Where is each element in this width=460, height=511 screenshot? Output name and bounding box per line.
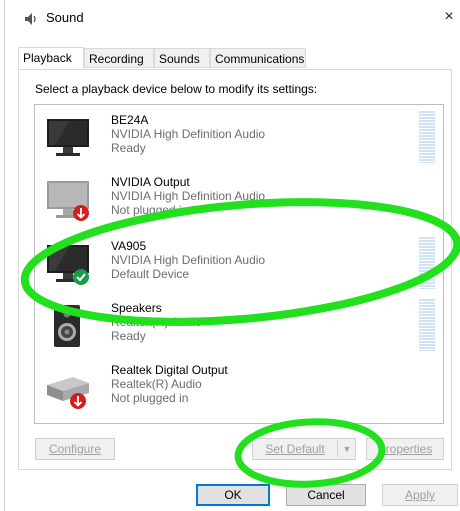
split-divider: [337, 441, 338, 457]
device-status: Ready: [111, 141, 146, 155]
device-status: Not plugged in: [111, 391, 189, 405]
monitor-default-icon: [43, 239, 93, 289]
set-default-label: Set Default: [265, 442, 325, 456]
device-item-be24a[interactable]: BE24A NVIDIA High Definition Audio Ready: [35, 105, 443, 165]
speaker-icon: [43, 301, 93, 351]
window-left-edge: [0, 0, 6, 511]
device-driver: NVIDIA High Definition Audio: [111, 127, 266, 141]
apply-label: Apply: [404, 488, 436, 502]
window-title: Sound: [46, 10, 84, 25]
instruction-text: Select a playback device below to modify…: [35, 82, 318, 96]
tab-playback[interactable]: Playback: [18, 47, 84, 69]
device-item-va905[interactable]: VA905 NVIDIA High Definition Audio Defau…: [35, 231, 443, 291]
device-driver: NVIDIA High Definition Audio: [111, 253, 266, 267]
volume-meter: [419, 299, 435, 351]
configure-button[interactable]: Configure: [35, 438, 115, 460]
speaker-app-icon: [24, 12, 38, 26]
device-status: Default Device: [111, 267, 190, 281]
tab-sounds[interactable]: Sounds: [154, 48, 210, 68]
set-default-split-button[interactable]: Set Default ▼: [252, 438, 356, 460]
device-status: Not plugged in: [111, 203, 189, 217]
volume-meter: [419, 111, 435, 163]
device-driver: Realtek(R) Audio: [111, 377, 202, 391]
ok-button[interactable]: OK: [196, 484, 270, 506]
device-name: BE24A: [111, 113, 149, 127]
volume-meter: [419, 237, 435, 289]
device-text: Speakers Realtek(R) Audio Ready: [111, 301, 202, 343]
device-name: VA905: [111, 239, 147, 253]
tab-communications[interactable]: Communications: [210, 48, 306, 68]
close-button[interactable]: ×: [440, 8, 458, 28]
device-item-realtek-digital-output[interactable]: Realtek Digital Output Realtek(R) Audio …: [35, 355, 443, 415]
apply-button[interactable]: Apply: [382, 484, 458, 506]
device-driver: Realtek(R) Audio: [111, 315, 202, 329]
device-driver: NVIDIA High Definition Audio: [111, 189, 266, 203]
monitor-unplugged-icon: [43, 175, 93, 225]
device-name: NVIDIA Output: [111, 175, 190, 189]
device-text: BE24A NVIDIA High Definition Audio Ready: [111, 113, 265, 155]
properties-label: Properties: [377, 442, 433, 456]
device-item-speakers[interactable]: Speakers Realtek(R) Audio Ready: [35, 293, 443, 353]
configure-label: Configure: [48, 442, 102, 456]
title-bar: Sound ×: [18, 8, 460, 32]
device-text: NVIDIA Output NVIDIA High Definition Aud…: [111, 175, 265, 217]
device-list[interactable]: BE24A NVIDIA High Definition Audio Ready…: [34, 104, 444, 424]
device-status: Ready: [111, 329, 146, 343]
device-text: VA905 NVIDIA High Definition Audio Defau…: [111, 239, 265, 281]
cancel-button[interactable]: Cancel: [286, 484, 366, 506]
tab-recording[interactable]: Recording: [84, 48, 154, 68]
device-name: Realtek Digital Output: [111, 363, 228, 377]
device-name: Speakers: [111, 301, 162, 315]
device-text: Realtek Digital Output Realtek(R) Audio …: [111, 363, 228, 405]
chevron-down-icon[interactable]: ▼: [339, 439, 355, 459]
properties-button[interactable]: Properties: [366, 438, 444, 460]
digital-output-icon: [43, 363, 93, 413]
device-item-nvidia-output[interactable]: NVIDIA Output NVIDIA High Definition Aud…: [35, 167, 443, 227]
monitor-icon: [43, 113, 93, 163]
